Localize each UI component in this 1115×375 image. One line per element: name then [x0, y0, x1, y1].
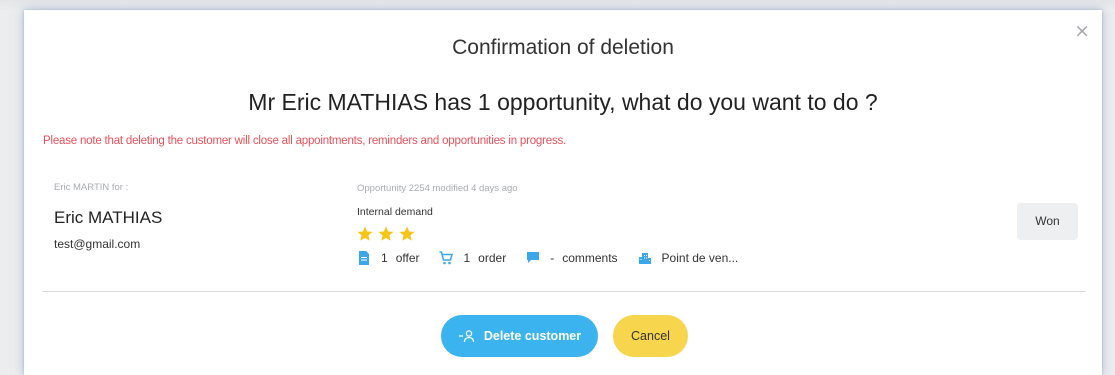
modal-subtitle: Mr Eric MATHIAS has 1 opportunity, what … — [248, 89, 878, 115]
comment-count[interactable]: - comments — [526, 251, 618, 265]
opportunity-type: Internal demand — [357, 206, 433, 218]
star-icon — [398, 225, 416, 245]
offer-count-label: offer — [395, 251, 420, 265]
cancel-button[interactable]: Cancel — [613, 315, 688, 357]
cart-icon — [439, 251, 454, 265]
warning-message: Please note that deleting the customer w… — [43, 135, 567, 147]
won-button[interactable]: Won — [1017, 203, 1078, 240]
opportunity-counts: 1 offer 1 order - comments Point de ven.… — [357, 251, 758, 265]
order-count-value: 1 — [463, 251, 471, 265]
comment-count-value: - — [550, 251, 555, 265]
owner-label: Eric MARTIN for : — [54, 182, 129, 193]
modal-title: Confirmation of deletion — [452, 36, 674, 59]
order-count-label: order — [478, 251, 507, 265]
document-icon — [357, 251, 371, 265]
point-of-sale[interactable]: Point de ven... — [638, 251, 739, 265]
delete-customer-label: Delete customer — [483, 329, 582, 343]
divider — [42, 291, 1086, 292]
opportunity-meta: Opportunity 2254 modified 4 days ago — [357, 183, 518, 194]
comment-count-label: comments — [562, 251, 618, 265]
star-icon — [356, 225, 374, 245]
offer-count[interactable]: 1 offer — [357, 251, 419, 265]
order-count[interactable]: 1 order — [439, 251, 506, 265]
cancel-label: Cancel — [631, 329, 670, 343]
delete-customer-button[interactable]: Delete customer — [441, 315, 598, 357]
delete-confirmation-modal: × Confirmation of deletion Mr Eric MATHI… — [24, 10, 1102, 375]
building-icon — [638, 251, 652, 265]
offer-count-value: 1 — [381, 251, 388, 265]
rating-stars — [356, 225, 416, 245]
customer-email: test@gmail.com — [54, 237, 141, 251]
star-icon — [377, 225, 395, 245]
remove-user-icon — [458, 329, 476, 343]
comment-icon — [526, 251, 540, 265]
point-of-sale-label: Point de ven... — [661, 251, 739, 265]
customer-name: Eric MATHIAS — [54, 208, 163, 227]
